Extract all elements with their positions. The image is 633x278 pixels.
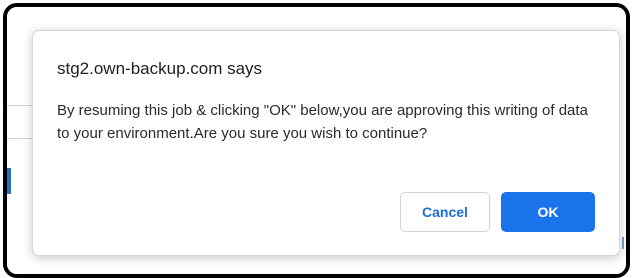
ok-button[interactable]: OK <box>501 192 595 232</box>
dialog-message: By resuming this job & clicking "OK" bel… <box>57 102 588 142</box>
screenshot-frame: stg2.own-backup.com says By resuming thi… <box>3 3 630 278</box>
cancel-button[interactable]: Cancel <box>400 192 490 232</box>
confirm-dialog: stg2.own-backup.com says By resuming thi… <box>32 30 620 256</box>
dialog-title: stg2.own-backup.com says <box>57 59 263 78</box>
background-accent-bar <box>7 168 11 194</box>
background-accent-mark <box>622 237 624 249</box>
